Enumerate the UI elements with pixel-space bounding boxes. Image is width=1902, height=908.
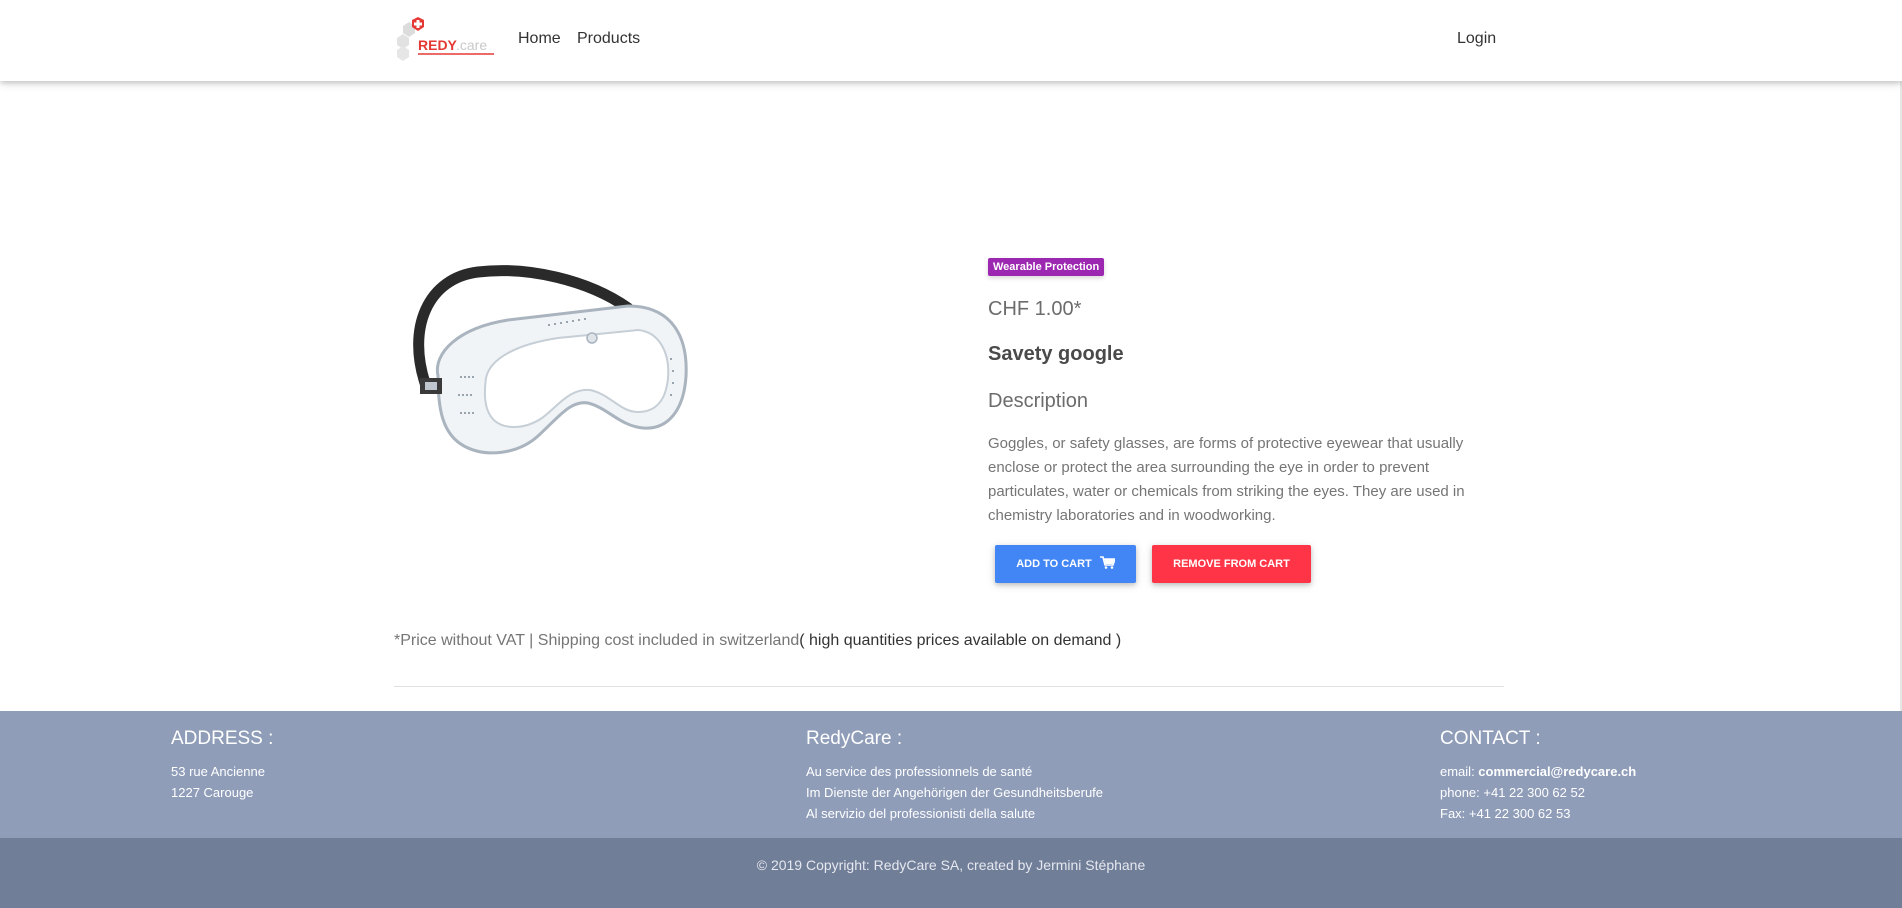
- page-footer: ADDRESS : 53 rue Ancienne 1227 Carouge R…: [0, 711, 1902, 838]
- vat-note-text: *Price without VAT | Shipping cost inclu…: [394, 632, 800, 649]
- nav-login-link[interactable]: Login: [1457, 30, 1496, 48]
- remove-from-cart-label: Remove from cart: [1173, 558, 1290, 570]
- footer-address-heading: ADDRESS :: [171, 728, 274, 749]
- footer-redycare-heading: RedyCare :: [806, 728, 903, 749]
- nav-home-link[interactable]: Home: [518, 30, 561, 48]
- product-image-safety-goggles: [398, 258, 698, 478]
- footer-fax: Fax: +41 22 300 62 53: [1440, 806, 1571, 821]
- footer-email-link[interactable]: commercial@redycare.ch: [1478, 764, 1636, 779]
- footer-tagline-fr: Au service des professionnels de santé: [806, 764, 1033, 779]
- svg-text:REDY: REDY: [418, 37, 458, 53]
- footer-redycare-column: RedyCare : Au service des professionnels…: [806, 728, 1103, 824]
- add-to-cart-label: Add to cart: [1016, 558, 1092, 570]
- product-description: Goggles, or safety glasses, are forms of…: [988, 435, 1465, 524]
- svg-text:.care: .care: [456, 37, 487, 53]
- footer-address-line: 53 rue Ancienne: [171, 764, 265, 779]
- add-to-cart-button[interactable]: Add to cart: [995, 545, 1136, 583]
- price-vat-note: *Price without VAT | Shipping cost inclu…: [394, 632, 1121, 650]
- top-navbar: REDY .care Home Products Login: [0, 0, 1902, 81]
- nav-products-link[interactable]: Products: [577, 30, 640, 48]
- product-title: Savety google: [988, 343, 1124, 365]
- cart-icon: [1099, 556, 1116, 572]
- footer-address-line: 1227 Carouge: [171, 785, 254, 800]
- footer-tagline-de: Im Dienste der Angehörigen der Gesundhei…: [806, 785, 1104, 800]
- footer-email: email: commercial@redycare.ch: [1440, 761, 1636, 782]
- footer-address-column: ADDRESS : 53 rue Ancienne 1227 Carouge: [171, 728, 273, 803]
- footer-phone: phone: +41 22 300 62 52: [1440, 785, 1585, 800]
- remove-from-cart-button[interactable]: Remove from cart: [1152, 545, 1311, 583]
- footer-contact-heading: CONTACT :: [1440, 728, 1541, 749]
- content-divider: [394, 686, 1504, 687]
- product-price: CHF 1.00*: [988, 298, 1082, 320]
- copyright-bar: © 2019 Copyright: RedyCare SA, created b…: [0, 838, 1902, 908]
- footer-contact-column: CONTACT : email: commercial@redycare.ch …: [1440, 728, 1636, 824]
- footer-email-label: email:: [1440, 764, 1479, 779]
- vat-note-emphasis: ( high quantities prices available on de…: [799, 632, 1122, 649]
- description-heading: Description: [988, 390, 1089, 412]
- footer-tagline-it: Al servizio del professionisti della sal…: [806, 806, 1036, 821]
- category-badge: Wearable Protection: [988, 258, 1105, 276]
- redycare-logo[interactable]: REDY .care: [394, 17, 496, 63]
